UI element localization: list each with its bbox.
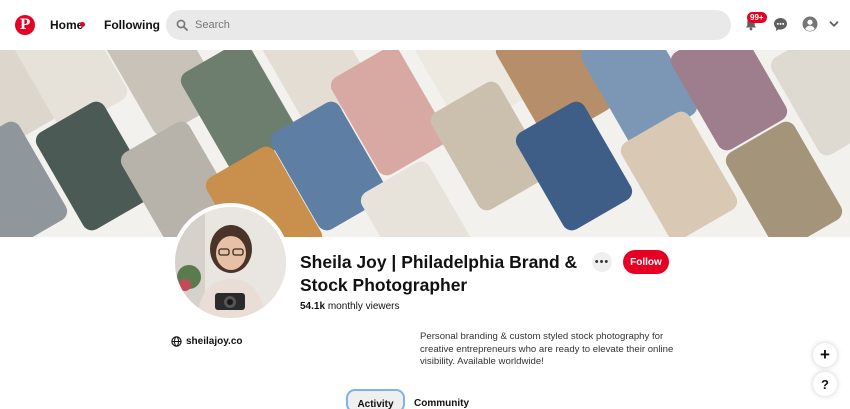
monthly-viewers: 54.1k monthly viewers (300, 301, 400, 312)
profile-name: Sheila Joy | Philadelphia Brand & Stock … (300, 252, 578, 295)
nav-home-link[interactable]: Home (50, 18, 83, 32)
search-icon (176, 19, 188, 31)
viewers-count: 54.1k (300, 301, 326, 312)
notification-badge: 99+ (747, 12, 767, 23)
viewers-label: monthly viewers (327, 301, 400, 312)
more-options-button[interactable]: ••• (592, 252, 612, 272)
search-bar[interactable] (166, 10, 731, 40)
chevron-down-icon[interactable] (826, 16, 842, 32)
top-navigation-bar: P Home Following 99+ (0, 0, 850, 50)
profile-bio: Personal branding & custom styled stock … (420, 331, 674, 367)
pinterest-logo-icon[interactable]: P (15, 15, 35, 35)
website-label[interactable]: sheilajoy.co (186, 336, 243, 347)
tab-activity[interactable]: Activity (346, 389, 405, 409)
follow-button[interactable]: Follow (623, 250, 669, 274)
search-input[interactable] (195, 19, 695, 31)
help-button[interactable]: ? (813, 372, 837, 396)
home-unread-dot (80, 22, 85, 27)
profile-cover-collage (0, 50, 850, 237)
nav-following-link[interactable]: Following (104, 18, 160, 32)
create-plus-button[interactable]: + (813, 343, 837, 367)
website-link[interactable]: sheilajoy.co (171, 336, 243, 347)
profile-photo (175, 207, 286, 318)
tab-community[interactable]: Community (414, 398, 469, 409)
globe-icon (171, 336, 182, 347)
profile-avatar (171, 203, 290, 322)
user-avatar-icon[interactable] (802, 16, 818, 32)
messages-chat-icon[interactable] (772, 16, 788, 32)
